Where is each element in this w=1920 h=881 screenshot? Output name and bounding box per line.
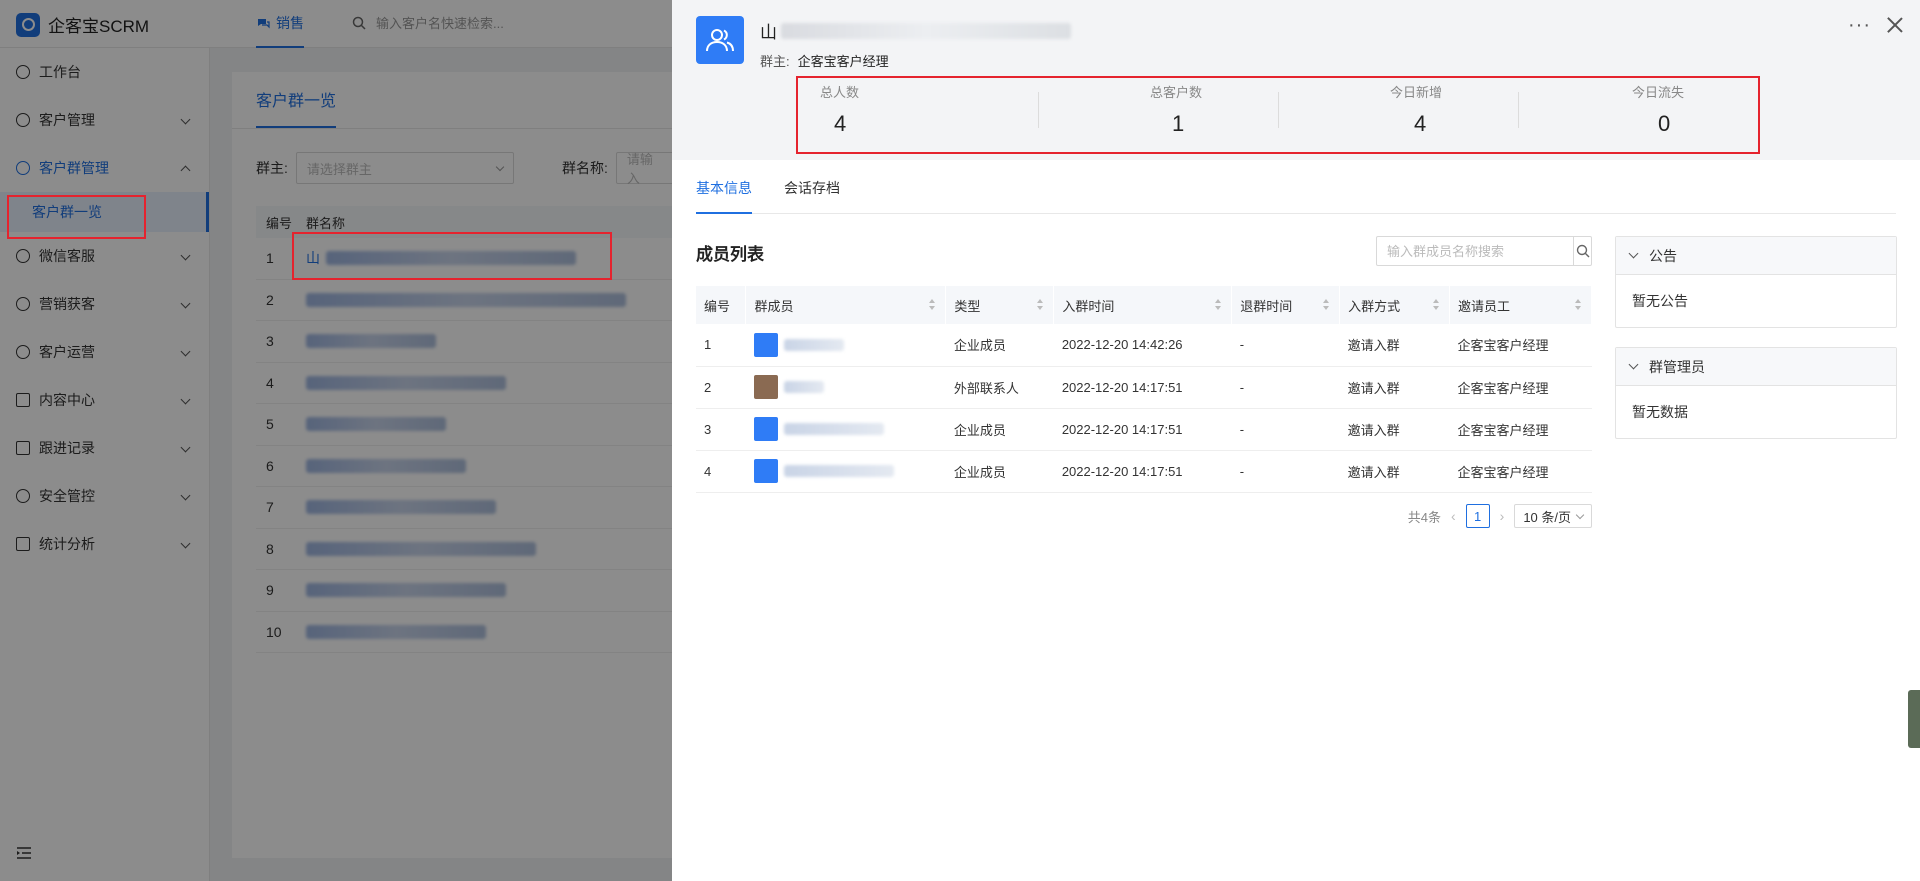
notice-header[interactable]: 公告 [1616, 237, 1896, 275]
col-no: 编号 [696, 286, 747, 324]
group-users-icon [706, 29, 734, 52]
search-icon [1576, 244, 1589, 258]
stat-today-added: 今日新增 4 [1278, 78, 1518, 152]
drawer-header: 山 群主: 企客宝客户经理 ··· 总人数 4 总客户数 1 今日新增 4 今日流… [672, 0, 1920, 160]
group-detail-drawer: 山 群主: 企客宝客户经理 ··· 总人数 4 总客户数 1 今日新增 4 今日流… [672, 0, 1920, 881]
table-row: 1 企业成员 2022-12-20 14:42:26 - 邀请入群 企客宝客户经… [696, 324, 1592, 367]
detail-tabs: 基本信息 会话存档 [696, 176, 1896, 214]
tab-basic-info[interactable]: 基本信息 [696, 176, 752, 214]
group-owner: 群主: 企客宝客户经理 [760, 54, 889, 69]
stat-total-members: 总人数 4 [820, 85, 860, 136]
next-page-button[interactable]: › [1500, 508, 1505, 524]
group-avatar [696, 16, 744, 64]
stats-panel: 总人数 4 总客户数 1 今日新增 4 今日流失 0 [796, 76, 1760, 154]
avatar [753, 459, 778, 483]
close-icon[interactable] [1886, 16, 1904, 34]
member-search-button[interactable] [1573, 237, 1591, 265]
floating-widget[interactable] [1908, 690, 1920, 748]
member-cell [745, 450, 946, 493]
table-row: 4 企业成员 2022-12-20 14:17:51 - 邀请入群 企客宝客户经… [696, 450, 1592, 493]
prev-page-button[interactable]: ‹ [1451, 508, 1456, 524]
pagination: 共4条 ‹ 1 › 10 条/页 [696, 504, 1592, 528]
member-cell [745, 408, 946, 451]
admins-panel: 群管理员 暂无数据 [1615, 347, 1897, 439]
col-leave-time[interactable]: 退群时间 [1231, 286, 1341, 324]
sort-icon[interactable] [1215, 299, 1222, 311]
page-size-select[interactable]: 10 条/页 [1514, 504, 1592, 528]
table-row: 2 外部联系人 2022-12-20 14:17:51 - 邀请入群 企客宝客户… [696, 366, 1592, 409]
stat-today-lost: 今日流失 0 [1518, 78, 1758, 152]
col-join-method[interactable]: 入群方式 [1339, 286, 1451, 324]
col-join-time[interactable]: 入群时间 [1053, 286, 1233, 324]
col-member[interactable]: 群成员 [745, 286, 947, 324]
sort-icon[interactable] [1323, 299, 1330, 311]
group-name: 山 [760, 18, 1071, 43]
pagination-total: 共4条 [1407, 509, 1441, 525]
notice-panel: 公告 暂无公告 [1615, 236, 1897, 328]
col-inviter[interactable]: 邀请员工 [1449, 286, 1592, 324]
tab-chat-archive[interactable]: 会话存档 [784, 176, 840, 214]
page-number[interactable]: 1 [1465, 504, 1490, 528]
modal-overlay[interactable] [0, 0, 672, 881]
notice-body: 暂无公告 [1632, 293, 1688, 309]
chevron-down-icon [1628, 248, 1639, 259]
sort-icon[interactable] [1037, 299, 1044, 311]
admins-body: 暂无数据 [1632, 404, 1688, 420]
member-search-input[interactable] [1377, 237, 1573, 265]
admins-header[interactable]: 群管理员 [1616, 348, 1896, 386]
stat-total-customers: 总客户数 1 [1038, 78, 1278, 152]
table-header: 编号 群成员 类型 入群时间 退群时间 入群方式 邀请员工 [696, 286, 1592, 324]
member-search [1376, 236, 1592, 266]
avatar [753, 332, 778, 357]
avatar [753, 417, 778, 441]
sort-icon[interactable] [929, 299, 936, 311]
sort-icon[interactable] [1433, 299, 1440, 311]
chevron-down-icon [1575, 510, 1585, 519]
more-options-button[interactable]: ··· [1848, 14, 1871, 37]
col-type[interactable]: 类型 [945, 286, 1055, 324]
member-cell [745, 366, 946, 409]
avatar [753, 375, 778, 399]
table-row: 3 企业成员 2022-12-20 14:17:51 - 邀请入群 企客宝客户经… [696, 408, 1592, 451]
sort-icon[interactable] [1575, 299, 1581, 311]
member-cell [745, 324, 946, 367]
members-title: 成员列表 [696, 245, 764, 264]
members-table: 编号 群成员 类型 入群时间 退群时间 入群方式 邀请员工 1 企业成员 202… [696, 286, 1592, 493]
chevron-down-icon [1628, 359, 1639, 370]
